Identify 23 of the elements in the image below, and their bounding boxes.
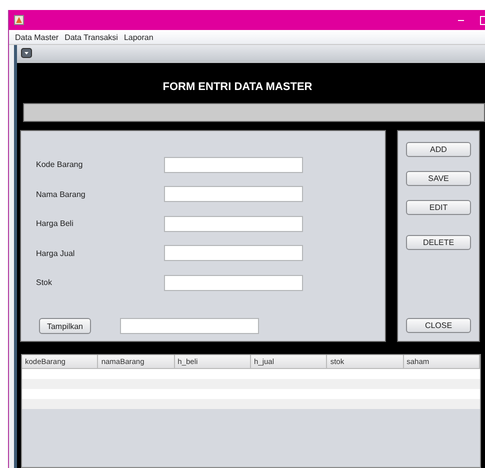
action-button[interactable]: SAVE xyxy=(406,171,471,186)
input-field[interactable] xyxy=(120,318,259,334)
form-title: FORM ENTRI DATA MASTER xyxy=(162,81,314,95)
app-icon xyxy=(14,15,24,25)
field-label: Kode Barang xyxy=(35,160,84,170)
action-button[interactable]: EDIT xyxy=(406,200,471,215)
field-label: Nama Barang xyxy=(35,190,86,199)
close-button[interactable]: CLOSE xyxy=(406,318,471,333)
field-label: Harga Jual xyxy=(35,248,76,258)
input-field[interactable] xyxy=(164,245,303,262)
input-field[interactable] xyxy=(164,274,303,291)
action-button[interactable]: ADD xyxy=(406,142,471,157)
tampilkan-button[interactable]: Tampilkan xyxy=(39,318,91,334)
input-field[interactable] xyxy=(164,186,303,202)
action-button[interactable]: DELETE xyxy=(406,235,471,250)
input-field[interactable] xyxy=(164,216,303,232)
menu-item[interactable]: Data Master xyxy=(15,32,59,42)
input-field[interactable] xyxy=(164,156,303,173)
field-label: Harga Beli xyxy=(35,219,74,228)
menu-item[interactable]: Data Transaksi xyxy=(64,32,118,42)
menu-item[interactable]: Laporan xyxy=(124,32,154,42)
field-label: Stok xyxy=(35,278,54,288)
frame-menu-icon[interactable] xyxy=(21,48,32,58)
